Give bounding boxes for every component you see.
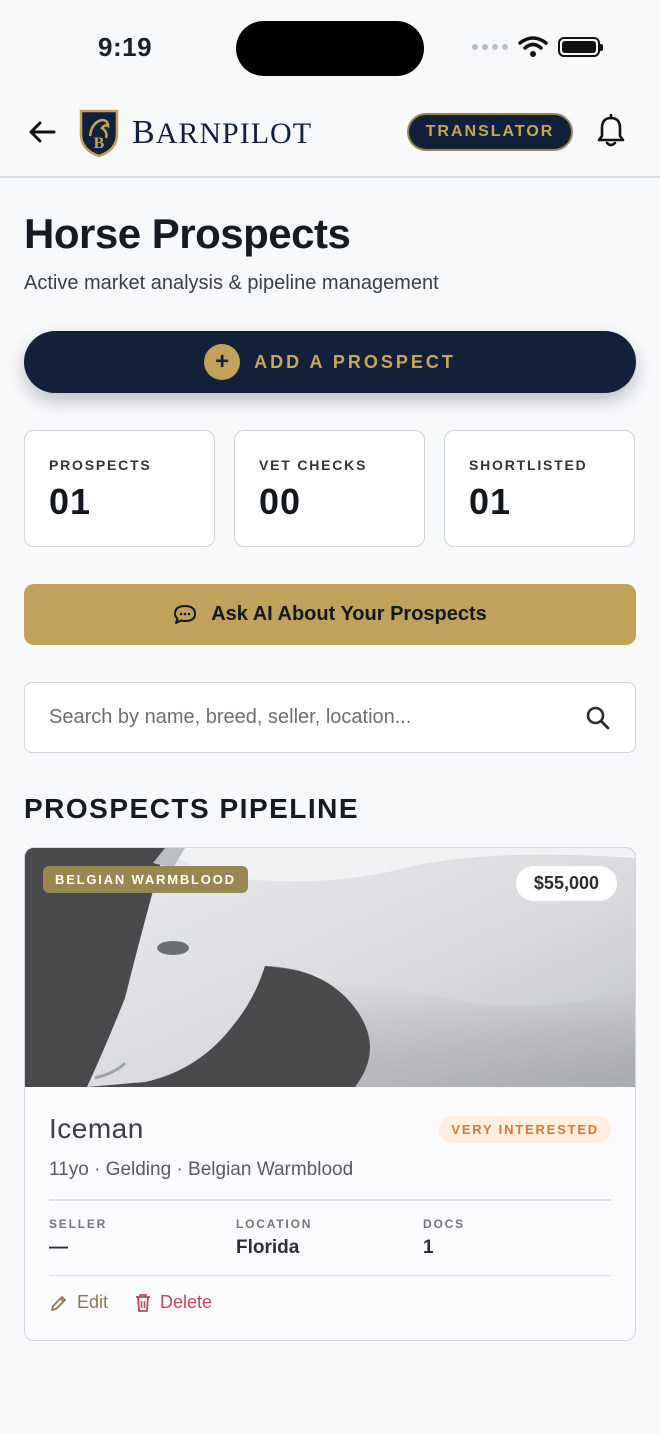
wifi-icon — [518, 36, 548, 57]
ask-ai-label: Ask AI About Your Prospects — [211, 603, 487, 625]
top-navbar: B BARNPILOT TRANSLATOR — [0, 96, 660, 178]
stats-row: PROSPECTS 01 VET CHECKS 00 SHORTLISTED 0… — [24, 430, 636, 547]
prospect-actions: Edit Delete — [49, 1276, 611, 1313]
svg-text:B: B — [94, 135, 105, 152]
app-logo[interactable]: B BARNPILOT — [78, 108, 312, 158]
search-icon[interactable] — [585, 705, 611, 731]
search-bar — [24, 682, 636, 753]
detail-label: DOCS — [423, 1216, 465, 1231]
status-badge: VERY INTERESTED — [439, 1115, 611, 1143]
horse-photo: BELGIAN WARMBLOOD $55,000 — [25, 848, 635, 1087]
stat-label: SHORTLISTED — [469, 457, 588, 473]
prospect-card[interactable]: BELGIAN WARMBLOOD $55,000 Iceman VERY IN… — [24, 847, 636, 1341]
pencil-icon — [51, 1295, 66, 1311]
detail-label: LOCATION — [236, 1216, 313, 1231]
stat-value: 00 — [259, 481, 302, 522]
translator-button[interactable]: TRANSLATOR — [407, 113, 573, 151]
detail-value: 1 — [423, 1236, 434, 1258]
main-content: Horse Prospects Active market analysis &… — [0, 210, 660, 1341]
prospect-title-row: Iceman VERY INTERESTED — [49, 1113, 611, 1145]
status-indicators — [472, 36, 603, 58]
detail-seller: SELLER — — [49, 1217, 236, 1275]
prospect-details: SELLER — LOCATION Florida DOCS 1 — [49, 1201, 611, 1275]
price-badge: $55,000 — [515, 866, 617, 901]
stat-card-prospects: PROSPECTS 01 — [24, 430, 215, 547]
horse-meta: 11yo · Gelding · Belgian Warmblood — [49, 1159, 354, 1180]
stat-label: PROSPECTS — [49, 457, 152, 473]
notifications-button[interactable] — [596, 113, 626, 148]
search-input[interactable] — [49, 706, 585, 729]
chat-bubble-icon — [174, 604, 197, 624]
page-title: Horse Prospects — [24, 210, 351, 257]
crest-icon: B — [79, 109, 119, 158]
breed-badge: BELGIAN WARMBLOOD — [43, 866, 248, 893]
edit-label: Edit — [77, 1292, 109, 1312]
page-subtitle: Active market analysis & pipeline manage… — [24, 272, 439, 294]
delete-label: Delete — [160, 1292, 213, 1312]
detail-value: Florida — [236, 1236, 300, 1258]
bell-icon — [597, 113, 625, 147]
horse-name: Iceman — [49, 1113, 144, 1144]
status-time: 9:19 — [98, 32, 153, 62]
trash-icon — [136, 1293, 151, 1312]
plus-circle-icon: + — [204, 344, 241, 380]
delete-button[interactable]: Delete — [134, 1292, 212, 1313]
detail-label: SELLER — [49, 1216, 108, 1231]
cellular-signal-icon — [472, 44, 508, 50]
detail-value: — — [49, 1236, 68, 1258]
add-prospect-button[interactable]: + ADD A PROSPECT — [24, 331, 636, 393]
stat-label: VET CHECKS — [259, 457, 368, 473]
arrow-left-icon — [29, 121, 56, 143]
battery-icon — [558, 37, 603, 57]
detail-location: LOCATION Florida — [236, 1217, 423, 1275]
stat-card-shortlisted: SHORTLISTED 01 — [444, 430, 635, 547]
stat-value: 01 — [49, 481, 92, 522]
logo-text: BARNPILOT — [132, 114, 313, 151]
add-prospect-label: ADD A PROSPECT — [254, 351, 456, 372]
stat-card-vet-checks: VET CHECKS 00 — [234, 430, 425, 547]
back-button[interactable] — [26, 116, 58, 148]
prospect-card-body: Iceman VERY INTERESTED 11yo · Gelding · … — [25, 1087, 635, 1313]
dynamic-island — [236, 21, 424, 76]
stat-value: 01 — [469, 481, 512, 522]
pipeline-title: PROSPECTS PIPELINE — [24, 793, 360, 824]
status-bar: 9:19 — [0, 0, 660, 96]
edit-button[interactable]: Edit — [49, 1292, 108, 1313]
detail-docs: DOCS 1 — [423, 1217, 610, 1275]
ask-ai-button[interactable]: Ask AI About Your Prospects — [24, 584, 636, 645]
